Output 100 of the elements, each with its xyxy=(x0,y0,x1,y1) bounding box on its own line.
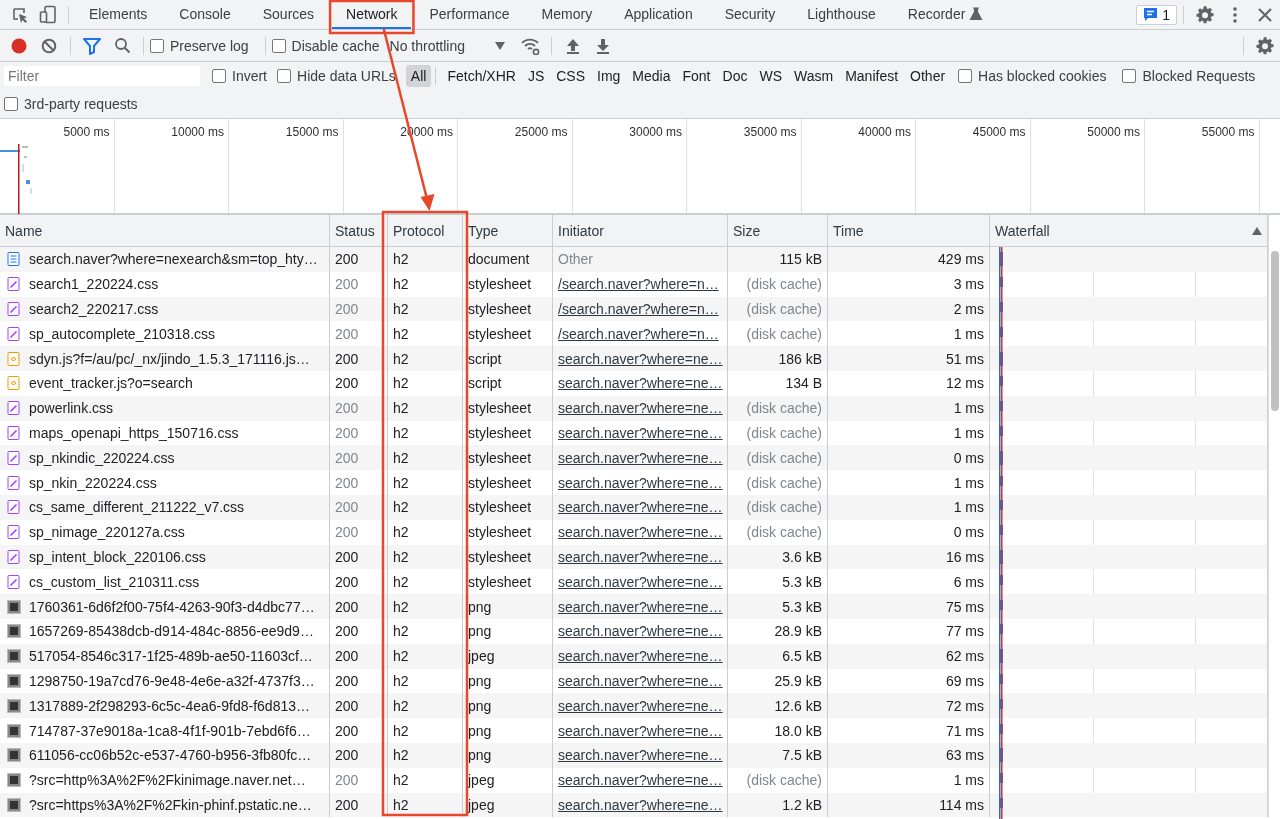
size-text: (disk cache) xyxy=(746,301,822,317)
throttling-dropdown[interactable]: No throttling xyxy=(389,37,505,54)
filter-type-button[interactable]: Img xyxy=(592,65,626,87)
column-header[interactable]: Type xyxy=(463,215,553,247)
column-header[interactable]: Waterfall xyxy=(990,215,1268,247)
initiator-link[interactable]: search.naver?where=ne… xyxy=(558,524,723,541)
close-icon[interactable] xyxy=(1257,6,1273,23)
network-conditions-icon[interactable] xyxy=(520,36,540,55)
scrollbar-thumb[interactable] xyxy=(1270,251,1279,411)
checkbox[interactable]: 3rd-party requests xyxy=(4,96,138,112)
settings-icon[interactable] xyxy=(1256,36,1274,55)
tick-label: 55000 ms xyxy=(1201,125,1255,139)
initiator-link[interactable]: /search.naver?where=n… xyxy=(558,325,719,342)
tab[interactable]: Security xyxy=(710,0,790,29)
request-name[interactable]: event_tracker.js?o=search xyxy=(29,375,193,392)
checkbox[interactable]: Disable cache xyxy=(271,37,380,54)
initiator-link[interactable]: search.naver?where=ne… xyxy=(558,375,723,392)
initiator-link[interactable]: search.naver?where=ne… xyxy=(558,672,723,689)
protocol-text: h2 xyxy=(393,400,409,417)
tab[interactable]: Application xyxy=(610,0,707,29)
initiator-link[interactable]: /search.naver?where=n… xyxy=(558,276,719,293)
type-text: stylesheet xyxy=(468,499,532,516)
request-name[interactable]: sp_nkin_220224.css xyxy=(29,474,157,491)
column-header[interactable]: Time xyxy=(828,215,990,247)
initiator-link[interactable]: search.naver?where=ne… xyxy=(558,573,723,590)
request-name[interactable]: ?src=http%3A%2F%2Fkinimage.naver.net… xyxy=(29,772,306,789)
device-toolbar-icon[interactable] xyxy=(39,5,57,24)
filter-field[interactable]: Filter xyxy=(4,66,200,86)
tab[interactable]: Performance xyxy=(415,0,524,29)
request-name[interactable]: 1657269-85438dcb-d914-484c-8856-ee9d9… xyxy=(29,623,314,640)
filter-type-button[interactable]: Font xyxy=(677,65,716,87)
upload-icon[interactable] xyxy=(566,37,580,54)
record-button[interactable] xyxy=(11,37,27,54)
checkbox[interactable]: Blocked Requests xyxy=(1122,68,1256,84)
column-header[interactable]: Status xyxy=(330,215,388,247)
tab[interactable]: Memory xyxy=(527,0,607,29)
protocol-text: h2 xyxy=(393,276,409,293)
status-code: 200 xyxy=(335,573,359,590)
filter-type-button[interactable]: JS xyxy=(522,65,550,87)
status-code: 200 xyxy=(335,796,359,813)
filter-type-button[interactable]: Manifest xyxy=(840,65,904,87)
search-icon[interactable] xyxy=(113,37,131,54)
filter-type-button[interactable]: Doc xyxy=(717,65,753,87)
more-options-icon[interactable] xyxy=(1232,5,1238,24)
request-name[interactable]: sp_autocomplete_210318.css xyxy=(29,325,216,342)
script-icon xyxy=(7,351,21,366)
image-thumbnail-icon xyxy=(7,698,21,713)
settings-icon[interactable] xyxy=(1196,5,1214,24)
filter-type-button[interactable]: All xyxy=(405,65,432,87)
initiator-link[interactable]: search.naver?where=ne… xyxy=(558,772,723,789)
initiator-link[interactable]: search.naver?where=ne… xyxy=(558,722,723,739)
column-header[interactable]: Size xyxy=(728,215,828,247)
time-text: 1 ms xyxy=(953,499,984,516)
time-text: 1 ms xyxy=(953,772,984,789)
image-thumbnail-icon xyxy=(7,797,21,812)
checkbox[interactable]: Has blocked cookies xyxy=(958,68,1107,84)
status-code: 200 xyxy=(335,672,359,689)
request-name[interactable]: cs_custom_list_210311.css xyxy=(29,573,200,590)
tab[interactable]: Lighthouse xyxy=(793,0,890,29)
checkbox[interactable]: Preserve log xyxy=(150,37,249,54)
tab[interactable]: Recorder xyxy=(893,0,998,29)
initiator-link[interactable]: search.naver?where=ne… xyxy=(558,424,723,441)
time-text: 429 ms xyxy=(938,251,984,268)
filter-type-button[interactable]: Wasm xyxy=(789,65,839,87)
tick-label: 40000 ms xyxy=(858,125,911,139)
initiator-link[interactable]: search.naver?where=ne… xyxy=(558,474,723,491)
size-text: (disk cache) xyxy=(746,276,822,293)
column-header[interactable]: Protocol xyxy=(388,215,463,247)
protocol-text: h2 xyxy=(393,375,409,392)
filter-icon[interactable] xyxy=(83,36,101,55)
time-text: 12 ms xyxy=(945,375,984,392)
protocol-text: h2 xyxy=(393,548,409,565)
request-name[interactable]: sp_nimage_220127a.css xyxy=(29,524,185,541)
type-text: stylesheet xyxy=(468,474,532,491)
tab[interactable]: Elements xyxy=(75,0,162,29)
checkbox[interactable]: Invert xyxy=(212,68,267,84)
type-text: script xyxy=(468,375,502,392)
column-header[interactable]: Initiator xyxy=(553,215,728,247)
tab[interactable]: Sources xyxy=(248,0,329,29)
time-text: 75 ms xyxy=(945,598,984,615)
issues-button[interactable]: 1 xyxy=(1136,4,1177,25)
download-icon[interactable] xyxy=(596,37,610,54)
request-name[interactable]: search1_220224.css xyxy=(29,276,159,293)
filter-type-button[interactable]: CSS xyxy=(551,65,590,87)
request-name[interactable]: maps_openapi_https_150716.css xyxy=(29,424,239,441)
size-text: 3.6 kB xyxy=(782,548,822,565)
time-text: 71 ms xyxy=(945,722,984,739)
request-name[interactable]: 1298750-19a7cd76-9e48-4e6e-a32f-4737f3… xyxy=(29,672,315,689)
filter-type-button[interactable]: WS xyxy=(754,65,787,87)
tick-label: 5000 ms xyxy=(63,125,110,139)
tab[interactable]: Console xyxy=(165,0,245,29)
filter-type-button[interactable]: Media xyxy=(627,65,676,87)
filter-type-button[interactable]: Fetch/XHR xyxy=(442,65,521,87)
clear-icon[interactable] xyxy=(41,37,57,54)
inspect-icon[interactable] xyxy=(11,5,29,24)
request-name[interactable]: powerlink.css xyxy=(29,400,114,417)
column-header[interactable]: Name xyxy=(0,215,330,247)
request-name[interactable]: 714787-37e9018a-1ca8-4f1f-901b-7ebd6f6… xyxy=(29,722,311,739)
initiator-link[interactable]: search.naver?where=ne… xyxy=(558,623,723,640)
filter-type-button[interactable]: Other xyxy=(905,65,951,87)
